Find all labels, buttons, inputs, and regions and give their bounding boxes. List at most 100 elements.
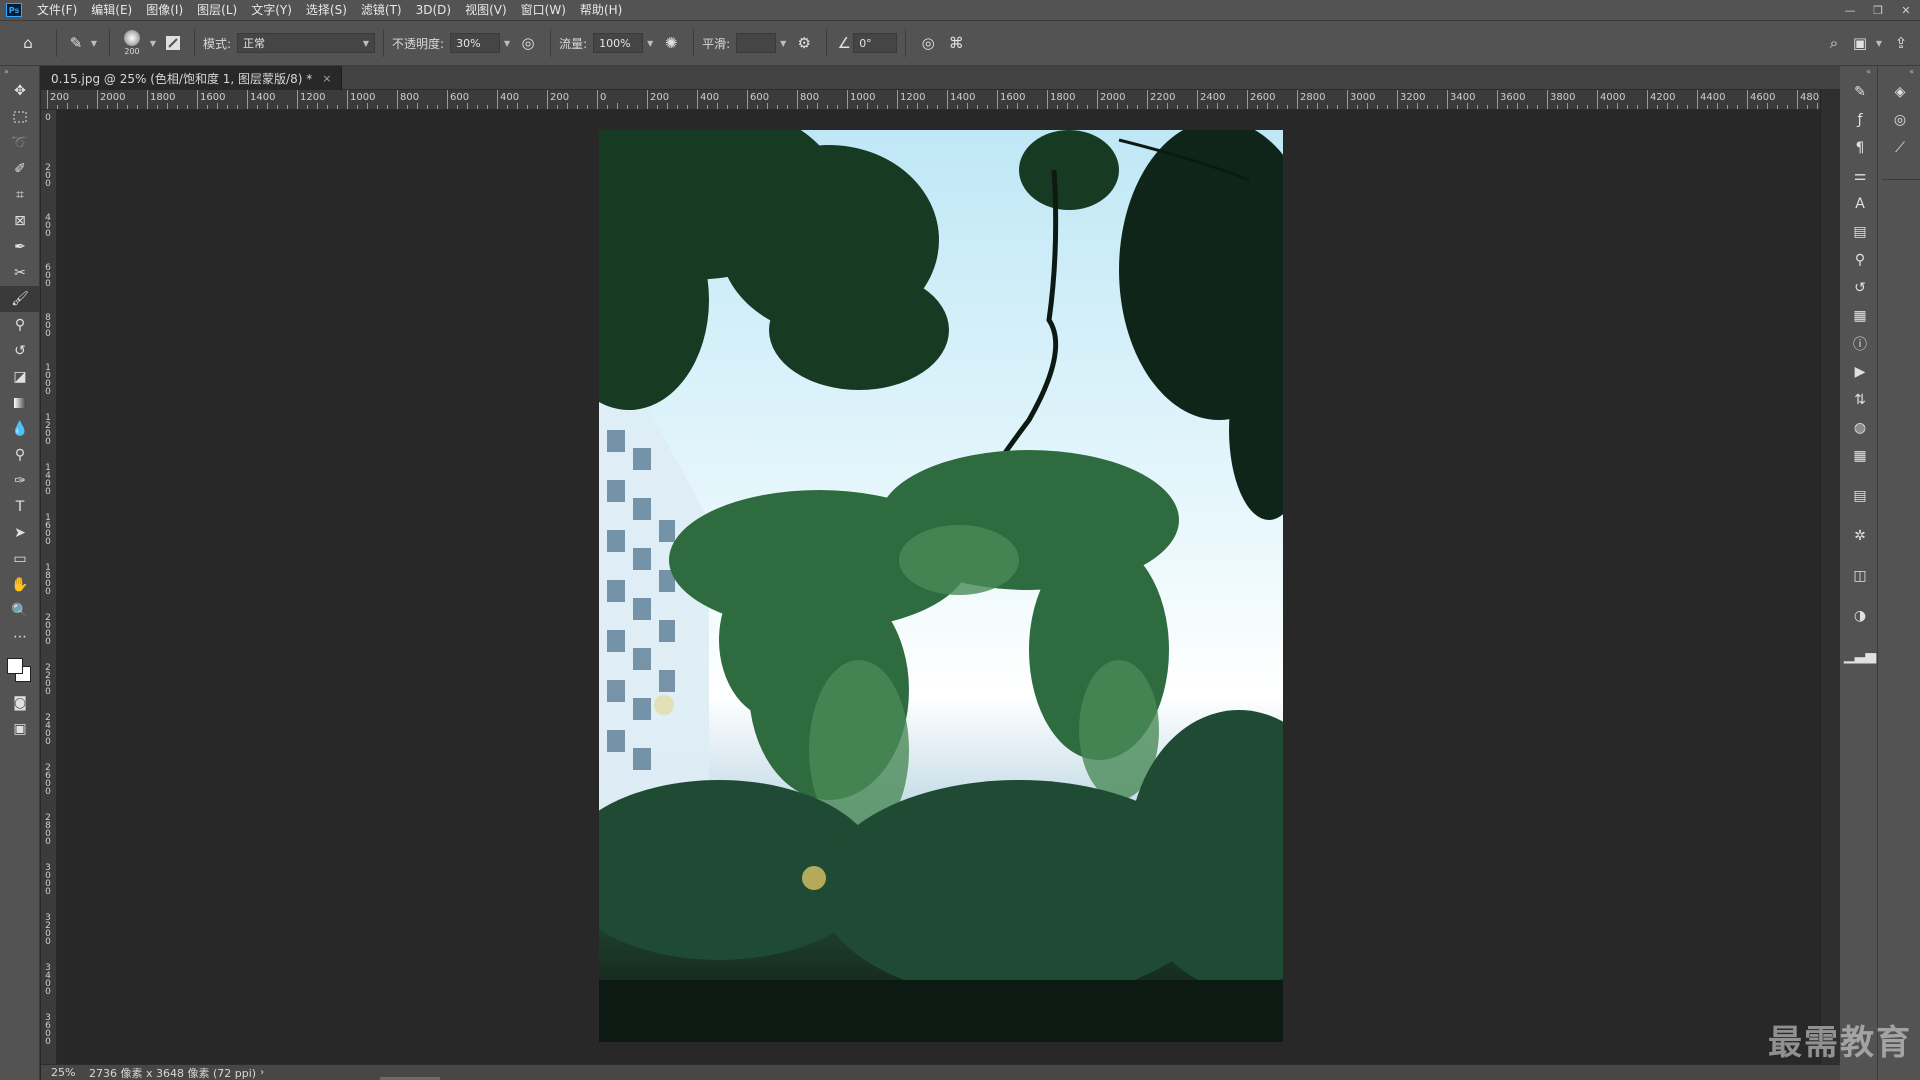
marquee-tool-icon[interactable] — [0, 104, 40, 130]
hand-tool-icon[interactable]: ✋ — [0, 572, 40, 598]
lasso-tool-icon[interactable]: ➰ — [0, 130, 40, 156]
angle-input[interactable]: 0° — [853, 33, 898, 53]
chevron-down-icon[interactable]: ▼ — [643, 33, 657, 53]
close-icon[interactable]: × — [322, 72, 331, 85]
actions-icon[interactable]: ▶ — [1842, 358, 1878, 386]
options-bar: ⌂ ✎ ▼ 200 ▼ 模式: 正常 ▼ 不透明度: 30% ▼ ◎ 流量: 1… — [0, 20, 1920, 66]
histogram-icon[interactable]: ▁▃▅ — [1842, 642, 1878, 670]
crop-tool-icon[interactable]: ⌗ — [0, 182, 40, 208]
gradient-tool-icon[interactable] — [0, 390, 40, 416]
more-tools-icon[interactable]: ⋯ — [0, 624, 40, 650]
menu-edit[interactable]: 编辑(E) — [84, 0, 139, 20]
brush-settings-panel-icon[interactable] — [160, 28, 186, 58]
chevron-down-icon[interactable]: ▼ — [87, 33, 101, 53]
info-icon[interactable]: ⓘ — [1842, 330, 1878, 358]
foreground-color-swatch[interactable] — [7, 658, 23, 674]
clone-source-icon[interactable]: ⚲ — [1842, 246, 1878, 274]
clone-stamp-tool-icon[interactable]: ⚲ — [0, 312, 40, 338]
document-tab[interactable]: 0.15.jpg @ 25% (色相/饱和度 1, 图层蒙版/8) * × — [41, 66, 343, 90]
channels-icon[interactable]: ◎ — [1882, 106, 1918, 134]
home-icon[interactable]: ⌂ — [8, 28, 48, 58]
canvas-area[interactable] — [57, 110, 1820, 1064]
document-image[interactable] — [599, 130, 1283, 1042]
pen-tool-icon[interactable]: ✑ — [0, 468, 40, 494]
brush-settings-icon[interactable]: ✎ — [1842, 78, 1878, 106]
chevron-down-icon[interactable]: ▼ — [500, 33, 514, 53]
adjustments-icon[interactable]: ⚌ — [1842, 162, 1878, 190]
paragraph-icon[interactable]: ¶ — [1842, 134, 1878, 162]
pressure-size-icon[interactable]: ◎ — [914, 28, 942, 58]
eraser-tool-icon[interactable]: ◪ — [0, 364, 40, 390]
menu-select[interactable]: 选择(S) — [299, 0, 354, 20]
pressure-opacity-icon[interactable]: ◎ — [514, 28, 542, 58]
blend-mode-select[interactable]: 正常 ▼ — [237, 33, 376, 53]
flow-input[interactable]: 100% — [593, 33, 644, 53]
symmetry-icon[interactable]: ⌘ — [942, 28, 970, 58]
menu-type[interactable]: 文字(Y) — [244, 0, 299, 20]
path-selection-tool-icon[interactable]: ➤ — [0, 520, 40, 546]
timeline-icon[interactable]: ✲ — [1842, 522, 1878, 550]
menu-help[interactable]: 帮助(H) — [573, 0, 629, 20]
collapse-icon[interactable]: « — [1842, 66, 1877, 78]
quick-selection-tool-icon[interactable]: ✐ — [0, 156, 40, 182]
screen-mode-icon[interactable]: ▣ — [0, 716, 40, 742]
quick-mask-icon[interactable]: ◙ — [0, 690, 40, 716]
status-menu-arrow[interactable]: › — [260, 1067, 264, 1078]
eyedropper-tool-icon[interactable]: ✒ — [0, 234, 40, 260]
color-swatches[interactable] — [0, 650, 40, 690]
airbrush-icon[interactable]: ✺ — [657, 28, 685, 58]
table-icon[interactable]: ▦ — [1842, 442, 1878, 470]
rectangle-tool-icon[interactable]: ▭ — [0, 546, 40, 572]
chevron-down-icon[interactable]: ▼ — [1872, 33, 1886, 53]
brush-size-picker[interactable]: 200 — [118, 26, 146, 60]
menu-window[interactable]: 窗口(W) — [514, 0, 573, 20]
history-brush-tool-icon[interactable]: ↺ — [0, 338, 40, 364]
notes-icon[interactable]: ▤ — [1842, 482, 1878, 510]
layers-icon[interactable]: ◈ — [1882, 78, 1918, 106]
minimize-button[interactable]: — — [1836, 0, 1864, 20]
blur-tool-icon[interactable]: 💧 — [0, 416, 40, 442]
tool-presets-icon[interactable]: ▦ — [1842, 302, 1878, 330]
horizontal-ruler[interactable]: 200 2000 1800 1600 1400 1200 1000 800 600 400 200 0… — [41, 90, 1820, 110]
layer-comps-icon[interactable]: ⇅ — [1842, 386, 1878, 414]
content-aware-move-tool-icon[interactable]: ✂ — [0, 260, 40, 286]
zoom-tool-icon[interactable]: 🔍 — [0, 598, 40, 624]
restore-button[interactable]: ❐ — [1864, 0, 1892, 20]
glyphs-icon[interactable]: ▤ — [1842, 218, 1878, 246]
ruler-tick — [1637, 105, 1638, 109]
smoothing-input[interactable] — [736, 33, 777, 53]
close-button[interactable]: ✕ — [1892, 0, 1920, 20]
paths-icon[interactable]: ⟋ — [1882, 134, 1918, 162]
zoom-level[interactable]: 25% — [41, 1066, 81, 1079]
menu-3d[interactable]: 3D(D) — [409, 0, 458, 20]
share-icon[interactable]: ⇪ — [1886, 28, 1916, 58]
color-icon[interactable]: ◑ — [1842, 602, 1878, 630]
menu-image[interactable]: 图像(I) — [139, 0, 190, 20]
chevron-down-icon[interactable]: ▼ — [776, 33, 790, 53]
history-icon[interactable]: ↺ — [1842, 274, 1878, 302]
character-icon[interactable]: A — [1842, 190, 1878, 218]
styles-icon[interactable]: ƒ — [1842, 106, 1878, 134]
dodge-tool-icon[interactable]: ⚲ — [0, 442, 40, 468]
workspace-icon[interactable]: ▣ — [1848, 28, 1872, 58]
chevron-down-icon[interactable]: ▼ — [146, 33, 160, 53]
type-tool-icon[interactable]: T — [0, 494, 40, 520]
gear-icon[interactable]: ⚙ — [790, 28, 818, 58]
collapse-icon[interactable]: « — [1882, 66, 1920, 78]
opacity-input[interactable]: 30% — [450, 33, 501, 53]
menu-view[interactable]: 视图(V) — [458, 0, 514, 20]
menu-file[interactable]: 文件(F) — [30, 0, 84, 20]
vertical-scrollbar[interactable] — [1820, 90, 1840, 1064]
menu-layer[interactable]: 图层(L) — [190, 0, 244, 20]
vertical-ruler[interactable]: 0 200 400 600 800 1000 1200 1400 1600 1800 2000 220… — [41, 110, 57, 1064]
ruler-tick — [437, 105, 438, 109]
search-icon[interactable]: ⌕ — [1820, 28, 1848, 58]
3d-icon[interactable]: ◍ — [1842, 414, 1878, 442]
collapse-icon[interactable]: » — [0, 66, 39, 78]
menu-filter[interactable]: 滤镜(T) — [354, 0, 409, 20]
move-tool-icon[interactable]: ✥ — [0, 78, 40, 104]
frame-tool-icon[interactable]: ⊠ — [0, 208, 40, 234]
brush-tool-preset-icon[interactable]: ✎ — [65, 28, 87, 58]
properties-icon[interactable]: ◫ — [1842, 562, 1878, 590]
brush-tool-icon[interactable]: 🖌 — [0, 286, 40, 312]
